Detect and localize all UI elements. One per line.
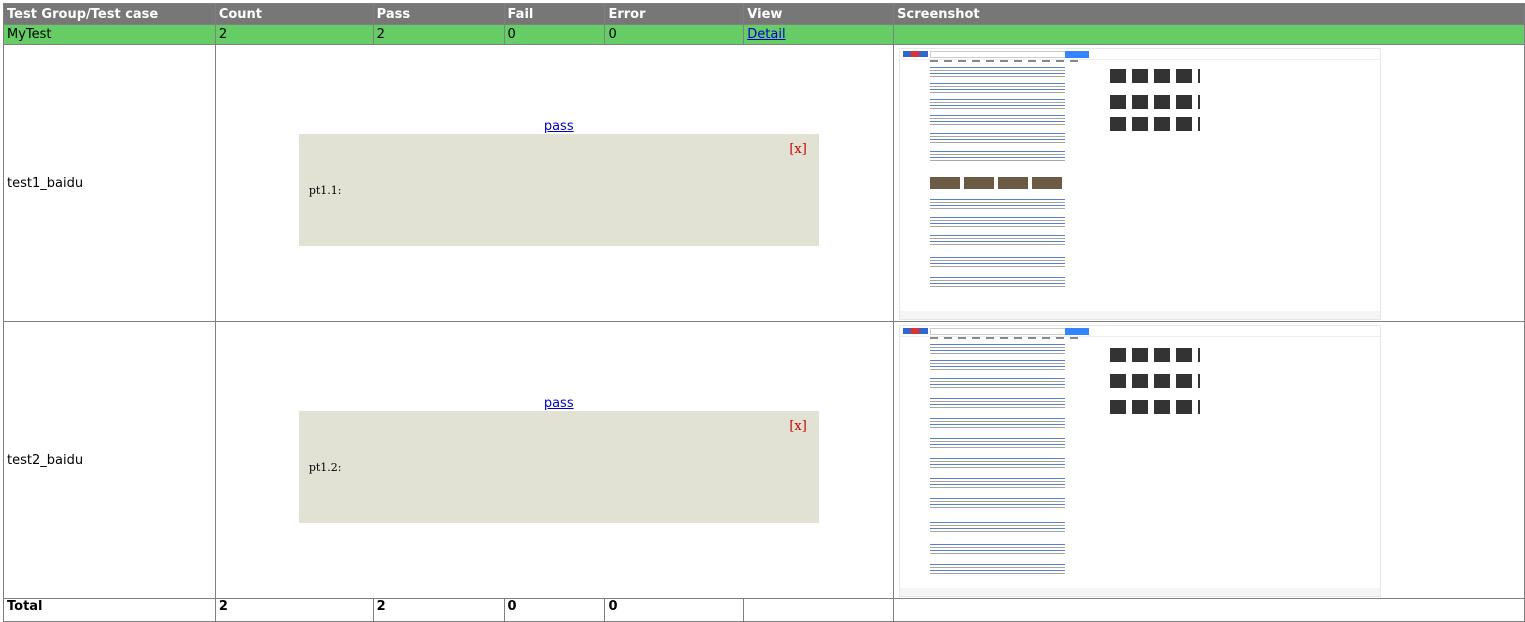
test-case-name: test2_baidu <box>3 321 216 599</box>
test-output-text: pt1.2: <box>308 461 342 474</box>
test-case-row: test1_baidu pass [x] pt1.1: <box>3 44 1525 322</box>
pass-status-link[interactable]: pass <box>544 396 574 411</box>
test-case-name: test1_baidu <box>3 44 216 322</box>
result-table: Test Group/Test case Count Pass Fail Err… <box>3 3 1525 622</box>
test-case-row: test2_baidu pass [x] pt1.2: <box>3 321 1525 599</box>
total-label: Total <box>3 598 216 622</box>
test-case-detail-cell: pass [x] pt1.2: <box>214 321 895 599</box>
close-popup-button[interactable]: [x] <box>789 419 806 434</box>
group-count: 2 <box>214 24 374 45</box>
total-screenshot <box>893 598 1525 622</box>
col-header-screenshot: Screenshot <box>893 3 1525 25</box>
screenshot-thumbnail[interactable] <box>899 325 1382 597</box>
col-header-view: View <box>743 3 895 25</box>
total-count: 2 <box>214 598 374 622</box>
group-name: MyTest <box>3 24 216 45</box>
pass-status-link[interactable]: pass <box>544 119 574 134</box>
col-header-count: Count <box>214 3 374 25</box>
screenshot-cell <box>893 321 1525 599</box>
col-header-error: Error <box>604 3 745 25</box>
total-fail: 0 <box>503 598 606 622</box>
group-error: 0 <box>604 24 745 45</box>
total-view <box>743 598 895 622</box>
screenshot-thumbnail[interactable] <box>899 48 1382 320</box>
detail-link[interactable]: Detail <box>747 27 785 42</box>
test-case-detail-cell: pass [x] pt1.1: <box>214 44 895 322</box>
header-row: Test Group/Test case Count Pass Fail Err… <box>3 3 1525 25</box>
output-popup: [x] pt1.2: <box>298 411 819 523</box>
output-popup: [x] pt1.1: <box>298 134 819 246</box>
test-output-text: pt1.1: <box>308 184 342 197</box>
group-row: MyTest 2 2 0 0 Detail <box>3 24 1525 45</box>
col-header-fail: Fail <box>503 3 606 25</box>
total-row: Total 2 2 0 0 <box>3 598 1525 622</box>
screenshot-cell <box>893 44 1525 322</box>
close-popup-button[interactable]: [x] <box>789 142 806 157</box>
group-view: Detail <box>743 24 895 45</box>
col-header-pass: Pass <box>372 3 505 25</box>
col-header-name: Test Group/Test case <box>3 3 216 25</box>
total-error: 0 <box>604 598 745 622</box>
group-pass: 2 <box>372 24 505 45</box>
group-screenshot-cell <box>893 24 1525 45</box>
group-fail: 0 <box>503 24 606 45</box>
total-pass: 2 <box>372 598 505 622</box>
